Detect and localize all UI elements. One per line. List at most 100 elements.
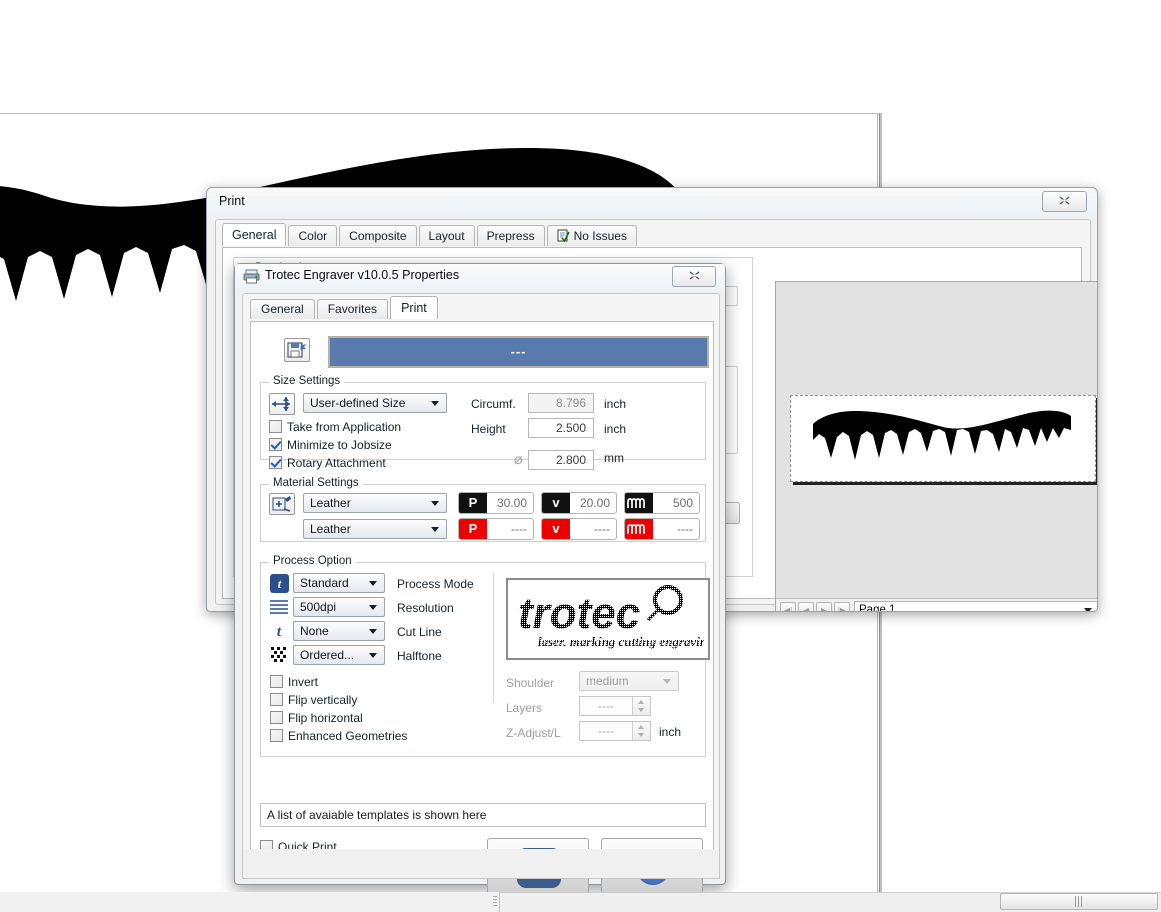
checkbox-flip-horizontal[interactable]: Flip horizontal xyxy=(270,711,363,725)
chevron-down-icon xyxy=(369,629,377,634)
printer-icon xyxy=(243,269,260,284)
properties-titlebar[interactable]: Trotec Engraver v10.0.5 Properties xyxy=(235,264,725,290)
last-page-button[interactable]: |▶ xyxy=(834,602,850,611)
spinner-buttons[interactable] xyxy=(632,722,650,740)
print-tab-general[interactable]: General xyxy=(222,223,287,246)
properties-close-button[interactable] xyxy=(672,266,716,287)
frequency-icon xyxy=(625,493,653,513)
process-mode-icon: t xyxy=(270,574,289,593)
diameter-field[interactable]: 2.800 xyxy=(528,450,594,470)
spinner-down-icon xyxy=(638,708,644,712)
chevron-down-icon xyxy=(431,401,439,406)
preview-artwork xyxy=(813,410,1071,460)
velocity-value: 20.00 xyxy=(579,496,610,510)
layers-value: ---- xyxy=(598,699,614,713)
power-value: 30.00 xyxy=(496,496,527,510)
previous-page-button[interactable]: ◀ xyxy=(798,602,814,611)
first-page-button[interactable]: ◀| xyxy=(780,602,796,611)
diameter-unit: mm xyxy=(604,451,624,465)
halftone-icon xyxy=(269,645,289,664)
cut-line-combo[interactable]: None xyxy=(293,621,385,641)
checkbox-enhanced-geometries[interactable]: Enhanced Geometries xyxy=(270,729,407,743)
next-page-button[interactable]: ▶ xyxy=(816,602,832,611)
power-icon: P xyxy=(459,493,487,513)
resolution-value: 500dpi xyxy=(300,600,337,614)
checkbox-take-from-application[interactable]: Take from Application xyxy=(269,420,401,434)
shoulder-combo[interactable]: medium xyxy=(579,671,679,691)
power-chip-row-1[interactable]: P 30.00 xyxy=(458,492,534,514)
print-tab-color[interactable]: Color xyxy=(288,225,338,246)
process-mode-combo[interactable]: Standard xyxy=(293,573,385,593)
save-template-button[interactable] xyxy=(284,338,310,362)
spinner-down-icon xyxy=(638,733,644,737)
status-bar-grip[interactable] xyxy=(493,896,497,908)
size-settings-group: Size Settings User-defined Size Take fro… xyxy=(260,375,706,470)
trotec-properties-dialog: Trotec Engraver v10.0.5 Properties Gener… xyxy=(234,263,726,896)
material-icon[interactable] xyxy=(269,493,295,515)
svg-text:t: t xyxy=(277,624,282,640)
size-mode-combo[interactable]: User-defined Size xyxy=(303,393,447,413)
z-adjust-spinner[interactable]: ---- xyxy=(579,721,651,741)
checkbox-box xyxy=(269,420,282,433)
checkbox-flip-vertically[interactable]: Flip vertically xyxy=(270,693,357,707)
shoulder-value: medium xyxy=(586,674,629,688)
print-dialog-titlebar[interactable]: Print xyxy=(207,188,1097,216)
process-option-divider xyxy=(493,573,494,703)
svg-text:laser. marking cutting engravi: laser. marking cutting engraving xyxy=(538,634,704,649)
checkbox-rotary-attachment[interactable]: Rotary Attachment xyxy=(269,456,386,470)
process-mode-label: Process Mode xyxy=(397,577,474,591)
template-name-value: --- xyxy=(510,344,527,359)
size-icon[interactable] xyxy=(269,393,295,415)
velocity-icon: v xyxy=(542,519,570,539)
resolution-combo[interactable]: 500dpi xyxy=(293,597,385,617)
close-icon xyxy=(689,271,699,280)
layers-spinner[interactable]: ---- xyxy=(579,696,651,716)
frequency-chip-row-2[interactable]: ---- xyxy=(624,518,700,540)
spinner-buttons[interactable] xyxy=(632,697,650,715)
scrollbar-thumb-grip xyxy=(1075,896,1083,907)
preflight-icon xyxy=(557,228,570,243)
frequency-chip-row-1[interactable]: 500 xyxy=(624,492,700,514)
checkbox-minimize-to-jobsize[interactable]: Minimize to Jobsize xyxy=(269,438,392,452)
halftone-combo[interactable]: Ordered... xyxy=(293,645,385,665)
checkbox-label: Invert xyxy=(288,675,319,689)
preview-navigation-bar: ◀| ◀ ▶ |▶ Page 1 xyxy=(776,598,1097,611)
checkbox-label: Take from Application xyxy=(287,420,402,434)
material-combo-row-2[interactable]: Leather xyxy=(303,519,447,539)
page-select-dropdown[interactable]: Page 1 xyxy=(854,601,1097,611)
z-adjust-value: ---- xyxy=(598,724,614,738)
print-tab-page: --- Size Settings User-defined Size Take… xyxy=(250,321,714,896)
power-icon: P xyxy=(459,519,487,539)
svg-text:trotec: trotec xyxy=(518,589,640,638)
resolution-label: Resolution xyxy=(397,601,454,615)
resolution-icon xyxy=(269,598,289,617)
velocity-chip-row-2[interactable]: v ---- xyxy=(541,518,617,540)
velocity-chip-row-1[interactable]: v 20.00 xyxy=(541,492,617,514)
material-combo-row-1[interactable]: Leather xyxy=(303,493,447,513)
shoulder-label: Shoulder xyxy=(506,676,555,690)
trotec-logo-preview: trotec laser. marking cutting engraving xyxy=(506,578,714,660)
tab-print[interactable]: Print xyxy=(390,296,438,319)
print-tab-composite[interactable]: Composite xyxy=(339,225,417,246)
preview-page-thumbnail[interactable] xyxy=(790,395,1096,482)
print-dialog-close-button[interactable] xyxy=(1042,191,1087,212)
print-tab-layout[interactable]: Layout xyxy=(418,225,475,246)
print-tab-no-issues[interactable]: No Issues xyxy=(546,225,637,246)
checkbox-label: Enhanced Geometries xyxy=(288,729,408,743)
chevron-down-icon xyxy=(431,527,439,532)
checkbox-box xyxy=(270,729,283,742)
height-unit: inch xyxy=(604,422,627,436)
material-value: Leather xyxy=(310,522,351,536)
cut-line-icon: t xyxy=(269,621,289,640)
circumference-field[interactable]: 8.796 xyxy=(528,393,594,413)
velocity-value: ---- xyxy=(594,522,610,536)
template-list-box[interactable]: A list of avaiable templates is shown he… xyxy=(260,803,706,827)
chevron-down-icon xyxy=(369,605,377,610)
checkbox-invert[interactable]: Invert xyxy=(270,675,318,689)
power-chip-row-2[interactable]: P ---- xyxy=(458,518,534,540)
tab-favorites[interactable]: Favorites xyxy=(316,299,389,319)
template-name-bar[interactable]: --- xyxy=(328,336,709,368)
height-field[interactable]: 2.500 xyxy=(528,418,594,438)
print-tab-prepress[interactable]: Prepress xyxy=(476,225,545,246)
tab-general[interactable]: General xyxy=(250,299,315,319)
